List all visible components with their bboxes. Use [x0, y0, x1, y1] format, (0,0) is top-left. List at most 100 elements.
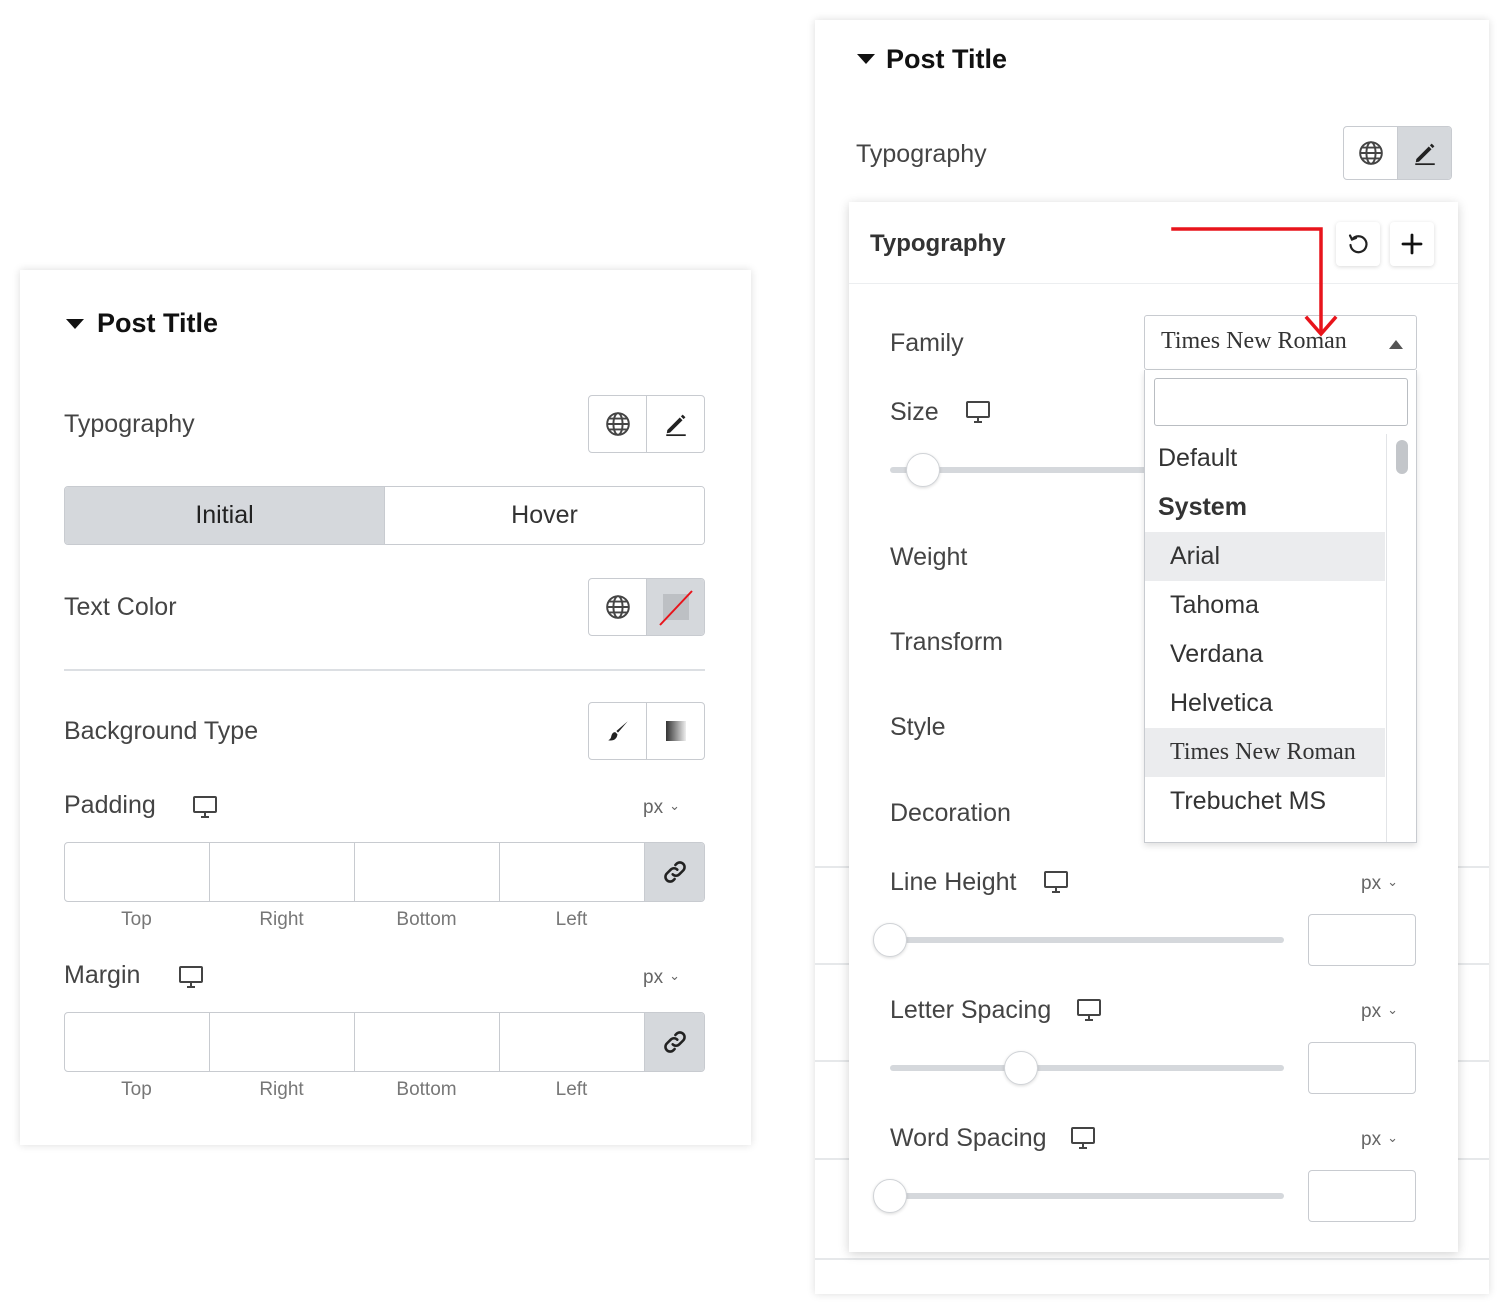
line-height-input[interactable] — [1308, 914, 1416, 966]
left-settings-panel: Post Title Typography Initial Hover Text… — [20, 270, 751, 1145]
font-option-tahoma[interactable]: Tahoma — [1145, 581, 1385, 630]
globe-icon — [605, 412, 630, 436]
line-height-slider-handle[interactable] — [873, 923, 907, 957]
padding-unit-value: px — [643, 797, 664, 818]
letter-spacing-slider-handle[interactable] — [1004, 1051, 1038, 1085]
edit-typography-button[interactable] — [1397, 127, 1451, 179]
font-option-helvetica[interactable]: Helvetica — [1145, 679, 1385, 728]
global-typography-button[interactable] — [589, 396, 646, 452]
font-option-times-new-roman[interactable]: Times New Roman — [1145, 728, 1385, 777]
typography-label: Typography — [856, 140, 987, 168]
no-color-icon — [658, 590, 693, 626]
link-icon — [663, 1031, 686, 1053]
global-typography-button[interactable] — [1344, 127, 1397, 179]
font-option-trebuchet-ms[interactable]: Trebuchet MS — [1145, 777, 1385, 826]
decoration-label: Decoration — [890, 799, 1011, 827]
font-option-verdana[interactable]: Verdana — [1145, 630, 1385, 679]
size-slider-handle[interactable] — [906, 453, 940, 487]
typography-popup: Typography Family Size Weight Transform … — [849, 202, 1458, 1252]
padding-bottom-input[interactable] — [354, 843, 499, 901]
padding-bottom-label: Bottom — [396, 909, 457, 930]
reset-button[interactable] — [1336, 222, 1380, 266]
gradient-icon — [665, 721, 686, 741]
margin-top-input[interactable] — [65, 1013, 209, 1071]
line-height-unit-select[interactable]: px ⌄ — [1361, 873, 1398, 895]
line-height-label: Line Height — [890, 868, 1017, 896]
letter-spacing-input[interactable] — [1308, 1042, 1416, 1094]
tab-initial[interactable]: Initial — [65, 487, 384, 544]
word-spacing-label: Word Spacing — [890, 1124, 1047, 1152]
font-family-dropdown: Default System Arial Tahoma Verdana Helv… — [1144, 370, 1417, 843]
word-spacing-slider-track[interactable] — [890, 1193, 1284, 1199]
popup-title: Typography — [870, 230, 1006, 257]
dropdown-scroll-thumb[interactable] — [1396, 440, 1408, 474]
padding-left-label: Left — [555, 909, 588, 930]
typography-label: Typography — [64, 410, 195, 438]
padding-unit-select[interactable]: px ⌄ — [643, 797, 680, 819]
tab-hover[interactable]: Hover — [384, 487, 704, 544]
annotation-arrow — [1171, 227, 1338, 337]
desktop-icon[interactable] — [1069, 1125, 1097, 1151]
classic-background-button[interactable] — [589, 703, 646, 759]
font-option-arial[interactable]: Arial — [1145, 532, 1385, 581]
weight-label: Weight — [890, 543, 968, 571]
line-height-slider-track[interactable] — [890, 937, 1284, 943]
chevron-down-icon: ⌄ — [1387, 1002, 1398, 1017]
section-title[interactable]: Post Title — [886, 44, 1007, 75]
globe-icon — [1358, 141, 1383, 165]
collapse-caret-icon[interactable] — [857, 54, 875, 64]
family-label: Family — [890, 329, 964, 357]
word-spacing-slider-handle[interactable] — [873, 1179, 907, 1213]
desktop-icon[interactable] — [1042, 869, 1070, 895]
collapse-caret-icon[interactable] — [66, 319, 84, 329]
word-spacing-input[interactable] — [1308, 1170, 1416, 1222]
desktop-icon[interactable] — [191, 794, 219, 820]
margin-unit-select[interactable]: px ⌄ — [643, 967, 680, 989]
letter-spacing-label: Letter Spacing — [890, 996, 1052, 1024]
typography-controls — [1343, 126, 1452, 180]
plus-icon — [1401, 233, 1423, 255]
font-option-default[interactable]: Default — [1145, 434, 1385, 483]
chevron-down-icon: ⌄ — [669, 968, 680, 983]
margin-right-label: Right — [259, 1079, 304, 1100]
margin-link-button[interactable] — [644, 1013, 704, 1071]
padding-right-input[interactable] — [209, 843, 354, 901]
caret-up-icon — [1389, 340, 1403, 349]
word-spacing-unit-select[interactable]: px ⌄ — [1361, 1129, 1398, 1151]
gradient-background-button[interactable] — [646, 703, 704, 759]
line-height-unit-value: px — [1361, 873, 1382, 894]
state-tabs: Initial Hover — [64, 486, 705, 545]
add-global-font-button[interactable] — [1390, 222, 1434, 266]
dropdown-scrollbar[interactable] — [1386, 434, 1416, 842]
desktop-icon[interactable] — [1075, 997, 1103, 1023]
padding-link-button[interactable] — [644, 843, 704, 901]
edit-typography-button[interactable] — [646, 396, 704, 452]
global-color-button[interactable] — [589, 579, 646, 635]
padding-inputs — [64, 842, 705, 902]
margin-bottom-input[interactable] — [354, 1013, 499, 1071]
margin-top-label: Top — [121, 1079, 152, 1100]
letter-spacing-unit-select[interactable]: px ⌄ — [1361, 1001, 1398, 1023]
size-label: Size — [890, 398, 939, 426]
text-color-label: Text Color — [64, 593, 177, 621]
padding-right-label: Right — [259, 909, 304, 930]
reset-icon — [1348, 234, 1368, 254]
desktop-icon[interactable] — [964, 399, 992, 425]
font-group-system: System — [1158, 493, 1247, 521]
padding-label: Padding — [64, 791, 156, 819]
section-title[interactable]: Post Title — [97, 308, 218, 339]
font-search-input[interactable] — [1154, 378, 1408, 426]
padding-top-label: Top — [121, 909, 152, 930]
typography-controls — [588, 395, 705, 453]
margin-left-input[interactable] — [499, 1013, 644, 1071]
letter-spacing-unit-value: px — [1361, 1001, 1382, 1022]
background-type-label: Background Type — [64, 717, 259, 745]
padding-left-input[interactable] — [499, 843, 644, 901]
desktop-icon[interactable] — [177, 964, 205, 990]
section-divider — [64, 669, 705, 671]
color-picker-button[interactable] — [646, 579, 704, 635]
margin-right-input[interactable] — [209, 1013, 354, 1071]
letter-spacing-slider-track[interactable] — [890, 1065, 1284, 1071]
padding-top-input[interactable] — [65, 843, 209, 901]
style-label: Style — [890, 713, 946, 741]
